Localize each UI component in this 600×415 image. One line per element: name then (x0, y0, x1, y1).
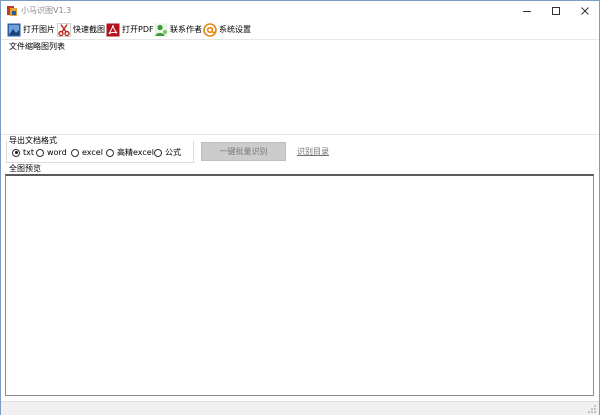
contact-person-icon (154, 23, 168, 37)
app-window: 小马识图V1.3 打开图片 快速截图 打开PDF 联系作者 系统设置 文件缩略图… (0, 0, 600, 415)
close-button[interactable] (571, 1, 599, 21)
window-title: 小马识图V1.3 (21, 6, 72, 15)
close-icon (581, 7, 589, 15)
maximize-icon (552, 7, 560, 15)
settings-at-icon (203, 23, 217, 37)
minimize-button[interactable] (513, 1, 541, 21)
app-logo-icon (7, 6, 17, 16)
full-preview-label: 全图预览 (9, 164, 41, 173)
full-preview-area[interactable] (5, 174, 594, 396)
radio-excel-label: excel (82, 147, 103, 157)
thumbnail-list-label: 文件缩略图列表 (9, 42, 65, 51)
open-image-label: 打开图片 (23, 25, 55, 34)
thumbnail-list-area[interactable] (5, 53, 595, 133)
pdf-icon (106, 23, 120, 37)
screenshot-button[interactable]: 快速截图 (57, 22, 105, 38)
radio-button-checked[interactable] (12, 148, 20, 157)
radio-hq-excel[interactable]: 高精excel (106, 147, 154, 158)
radio-button[interactable] (36, 148, 44, 157)
minimize-icon (523, 11, 531, 12)
batch-recognize-button[interactable]: 一键批量识别 (201, 142, 286, 161)
screenshot-label: 快速截图 (73, 25, 105, 34)
radio-button[interactable] (106, 148, 114, 157)
radio-hq-excel-label: 高精excel (117, 147, 154, 157)
radio-word[interactable]: word (36, 147, 67, 158)
contact-author-label: 联系作者 (170, 25, 202, 34)
radio-button[interactable] (154, 148, 162, 157)
maximize-button[interactable] (542, 1, 570, 21)
radio-excel[interactable]: excel (71, 147, 103, 158)
open-image-button[interactable]: 打开图片 (7, 22, 55, 38)
radio-formula-label: 公式 (165, 147, 181, 157)
radio-txt-label: txt (23, 147, 35, 157)
radio-word-label: word (47, 147, 67, 157)
open-image-icon (7, 23, 21, 37)
system-settings-label: 系统设置 (219, 25, 251, 34)
thumbnail-divider (1, 134, 599, 135)
radio-txt[interactable]: txt (12, 147, 34, 158)
radio-formula[interactable]: 公式 (154, 147, 181, 158)
contact-author-button[interactable]: 联系作者 (154, 22, 202, 38)
toolbar: 打开图片 快速截图 打开PDF 联系作者 系统设置 (1, 21, 599, 39)
title-bar[interactable]: 小马识图V1.3 (1, 1, 599, 21)
status-bar (1, 401, 599, 415)
toolbar-divider (1, 39, 599, 40)
resize-grip-icon[interactable] (587, 404, 597, 414)
screenshot-scissors-icon (57, 23, 71, 37)
open-pdf-label: 打开PDF (122, 25, 154, 34)
open-pdf-button[interactable]: 打开PDF (106, 22, 154, 38)
system-settings-button[interactable]: 系统设置 (203, 22, 251, 38)
recognition-directory-link[interactable]: 识别目录 (297, 147, 329, 157)
radio-button[interactable] (71, 148, 79, 157)
